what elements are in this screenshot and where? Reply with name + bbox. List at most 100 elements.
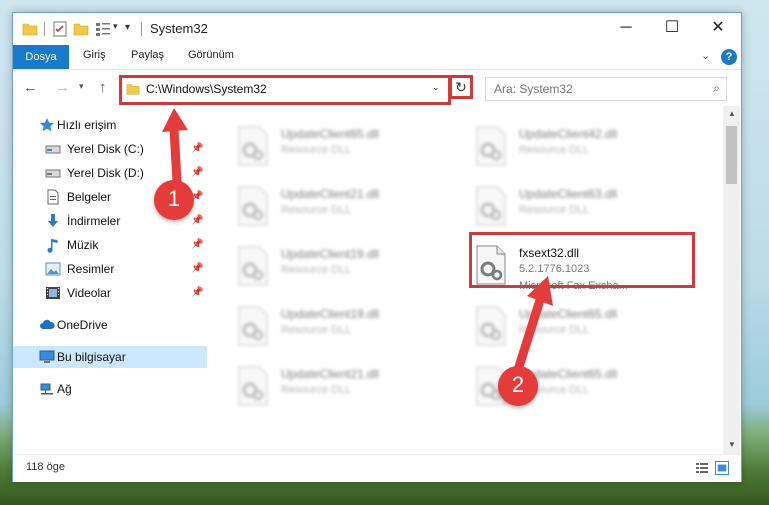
- sidebar-item-videos[interactable]: Videolar 📌: [13, 282, 207, 304]
- step-marker-2: 2: [498, 366, 538, 406]
- pin-icon: 📌: [191, 263, 204, 274]
- dll-file-icon: [238, 366, 268, 406]
- sidebar-item-pictures[interactable]: Resimler 📌: [13, 258, 207, 280]
- file-description: Resource DLL: [519, 204, 590, 216]
- sidebar-item-label: Resimler: [67, 262, 115, 276]
- tab-view[interactable]: Görünüm: [188, 49, 234, 61]
- sidebar-item-network[interactable]: Ağ: [13, 378, 207, 400]
- documents-icon: [47, 189, 59, 205]
- dll-file-icon: [238, 306, 268, 346]
- tab-home[interactable]: Giriş: [83, 49, 106, 61]
- dll-file-icon: [238, 126, 268, 166]
- file-item[interactable]: UpdateClient65.dll Resource DLL: [473, 304, 703, 352]
- file-description: Resource DLL: [519, 144, 590, 156]
- address-path[interactable]: C:\Windows\System32: [146, 82, 267, 96]
- file-description: Resource DLL: [281, 144, 352, 156]
- file-description: Resource DLL: [281, 384, 352, 396]
- file-name: UpdateClient65.dll: [281, 127, 380, 141]
- drive-icon: [45, 169, 61, 178]
- back-arrow-icon[interactable]: ←: [23, 79, 38, 96]
- scroll-down-icon[interactable]: ▼: [728, 440, 736, 449]
- file-item[interactable]: UpdateClient65.dll Resource DLL: [235, 124, 465, 172]
- view-options-icon[interactable]: [95, 21, 111, 37]
- file-name: UpdateClient19.dll: [281, 307, 380, 321]
- file-name: UpdateClient63.dll: [519, 187, 618, 201]
- downloads-icon: [48, 214, 58, 227]
- sidebar-item-label: Müzik: [67, 238, 99, 252]
- file-name: UpdateClient19.dll: [281, 247, 380, 261]
- file-item[interactable]: UpdateClient42.dll Resource DLL: [473, 124, 703, 172]
- quick-access-separator: [44, 22, 45, 36]
- address-bar[interactable]: C:\Windows\System32 ⌄: [119, 75, 451, 105]
- sidebar-item-onedrive[interactable]: OneDrive: [13, 314, 207, 336]
- dll-file-icon: [476, 186, 506, 226]
- pin-icon: 📌: [191, 167, 204, 178]
- address-dropdown-icon[interactable]: ⌄: [432, 82, 440, 93]
- item-count: 118 öge: [26, 461, 65, 473]
- pin-icon: 📌: [191, 215, 204, 226]
- file-name: UpdateClient65.dll: [519, 307, 618, 321]
- file-explorer-window: ▾ ▾ System32 ─ ☐ ✕ Dosya Giriş Paylaş Gö…: [12, 12, 742, 482]
- dll-file-icon: [476, 306, 506, 346]
- sidebar-item-this-pc[interactable]: Bu bilgisayar: [13, 346, 207, 368]
- sidebar-item-label: Ağ: [57, 382, 72, 396]
- details-view-icon[interactable]: [695, 461, 709, 475]
- scrollbar-thumb[interactable]: [726, 126, 737, 184]
- tab-file[interactable]: Dosya: [13, 45, 69, 69]
- sidebar-item-local-disk-c[interactable]: Yerel Disk (C:) 📌: [13, 138, 207, 160]
- sidebar-item-label: Yerel Disk (C:): [67, 142, 144, 156]
- title-bar: ▾ ▾ System32 ─ ☐ ✕: [13, 13, 741, 45]
- search-input[interactable]: [492, 80, 696, 98]
- search-icon[interactable]: ⌕: [713, 81, 720, 96]
- forward-arrow-icon[interactable]: →: [55, 79, 70, 96]
- file-item[interactable]: UpdateClient21.dll Resource DLL: [235, 184, 465, 232]
- folder-icon[interactable]: [22, 21, 38, 37]
- sidebar-item-label: Videolar: [67, 286, 111, 300]
- dll-file-icon: [476, 126, 506, 166]
- file-description: Resource DLL: [519, 324, 590, 336]
- pin-icon: 📌: [191, 143, 204, 154]
- up-arrow-icon[interactable]: ↑: [99, 79, 107, 96]
- file-item[interactable]: UpdateClient19.dll Resource DLL: [235, 244, 465, 292]
- tab-share[interactable]: Paylaş: [131, 49, 164, 61]
- search-box[interactable]: ⌕: [485, 77, 727, 101]
- expand-ribbon-icon[interactable]: ⌄: [701, 49, 710, 62]
- file-name: UpdateClient42.dll: [519, 127, 618, 141]
- network-icon: [40, 383, 53, 395]
- help-button[interactable]: ?: [721, 49, 737, 65]
- vertical-scrollbar[interactable]: ▲ ▼: [723, 106, 740, 454]
- maximize-button[interactable]: ☐: [649, 13, 695, 45]
- minimize-button[interactable]: ─: [603, 13, 649, 45]
- sidebar-item-quick-access[interactable]: Hızlı erişim: [13, 114, 207, 136]
- recent-locations-icon[interactable]: ▾: [79, 81, 84, 92]
- file-name: UpdateClient21.dll: [281, 187, 380, 201]
- sidebar-item-label: İndirmeler: [67, 214, 121, 228]
- properties-icon[interactable]: [53, 21, 67, 37]
- pictures-icon: [45, 262, 61, 276]
- window-title: System32: [150, 21, 208, 36]
- computer-icon: [39, 350, 55, 363]
- file-item[interactable]: UpdateClient19.dll Resource DLL: [235, 304, 465, 352]
- customize-toolbar-icon[interactable]: ▾: [125, 22, 137, 38]
- file-item[interactable]: UpdateClient63.dll Resource DLL: [473, 184, 703, 232]
- sidebar-item-label: Hızlı erişim: [57, 118, 117, 132]
- file-item[interactable]: UpdateClient21.dll Resource DLL: [235, 364, 465, 412]
- file-name: UpdateClient21.dll: [281, 367, 380, 381]
- sidebar-item-label: OneDrive: [57, 318, 108, 332]
- step-marker-1: 1: [154, 180, 194, 220]
- large-icons-view-icon[interactable]: [715, 461, 729, 475]
- star-icon: [40, 118, 54, 132]
- navigation-bar: ← → ▾ ↑ C:\Windows\System32 ⌄ ↻ ⌕: [13, 69, 741, 106]
- navigation-pane: Hızlı erişim Yerel Disk (C:) 📌 Yerel Dis…: [13, 106, 207, 454]
- music-icon: [47, 239, 58, 253]
- new-folder-icon[interactable]: [73, 21, 89, 37]
- sidebar-item-music[interactable]: Müzik 📌: [13, 234, 207, 256]
- file-description: Resource DLL: [281, 264, 352, 276]
- scroll-up-icon[interactable]: ▲: [728, 109, 736, 118]
- refresh-button[interactable]: ↻: [449, 75, 473, 99]
- folder-icon: [126, 84, 140, 95]
- view-dropdown-icon[interactable]: ▾: [113, 21, 125, 37]
- close-button[interactable]: ✕: [695, 13, 741, 45]
- drive-icon: [45, 145, 61, 154]
- sidebar-item-label: Bu bilgisayar: [57, 350, 126, 364]
